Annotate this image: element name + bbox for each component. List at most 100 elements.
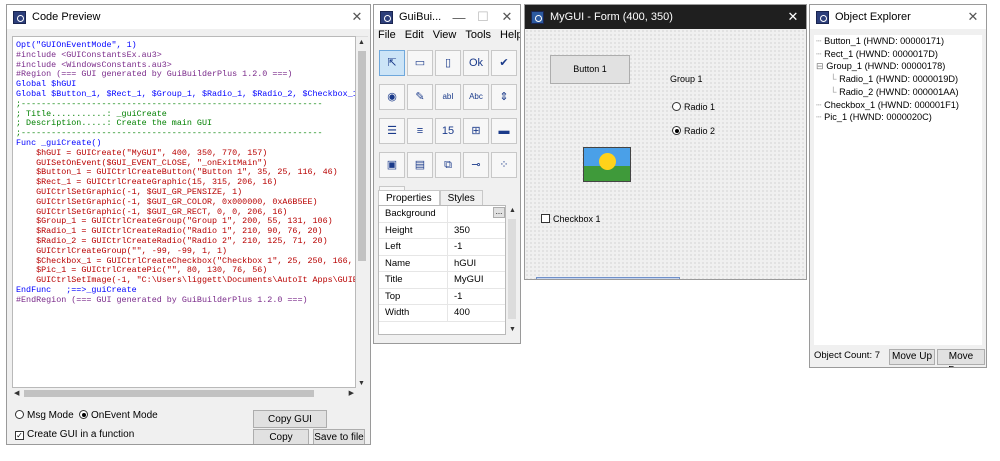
close-icon[interactable]: ✕ (350, 9, 364, 25)
scroll-up-icon[interactable]: ▲ (358, 39, 365, 46)
scroll-left-icon[interactable]: ◀ (14, 389, 19, 397)
radio-1-label: Radio 1 (684, 102, 716, 112)
radio-selected-icon (79, 410, 88, 419)
move-down-button[interactable]: Move Down (937, 349, 985, 367)
progress-tool-icon[interactable]: ▬ (491, 118, 517, 144)
object-tree: ┄ Button_1 (HWND: 00000171) ┄ Rect_1 (HWN… (814, 35, 982, 345)
tree-item[interactable]: └ Radio_1 (HWND: 0000019D) (814, 73, 982, 86)
scroll-right-icon[interactable]: ▶ (349, 389, 354, 397)
property-value[interactable]: 350 (448, 223, 470, 239)
background-picker-button[interactable]: ... (493, 207, 505, 218)
property-value[interactable]: MyGUI (448, 272, 484, 288)
edit-tool-icon[interactable]: ✎ (407, 84, 433, 110)
tree-item[interactable]: ┄ Rect_1 (HWND: 0000017D) (814, 48, 982, 61)
button-tool-icon[interactable]: Ok (463, 50, 489, 76)
collapse-icon[interactable]: ⊟ (816, 61, 826, 71)
radio-2-control[interactable]: Radio 2 (672, 126, 715, 136)
radio-1-control[interactable]: Radio 1 (672, 102, 715, 112)
property-value[interactable] (448, 206, 454, 222)
horizontal-scrollbar[interactable]: ◀ ▶ (12, 388, 356, 399)
button-1-control[interactable]: Button 1 (550, 55, 630, 84)
menu-tool-icon[interactable]: ▤ (407, 152, 433, 178)
tree-item[interactable]: ┄ Checkbox_1 (HWND: 000001F1) (814, 99, 982, 112)
close-icon[interactable]: ✕ (966, 9, 980, 25)
copy-gui-region-button[interactable]: Copy GUI Region (253, 410, 327, 442)
onevent-mode-radio[interactable]: OnEvent Mode (79, 410, 158, 421)
menu-edit[interactable]: Edit (405, 29, 424, 47)
msg-mode-radio[interactable]: Msg Mode (15, 410, 74, 421)
properties-tabs: Properties Styles (378, 190, 483, 206)
radio-tool-icon[interactable]: ◉ (379, 84, 405, 110)
close-icon[interactable]: ✕ (786, 9, 800, 25)
group-1-label[interactable]: Group 1 (670, 74, 703, 84)
property-row[interactable]: Name hGUI (379, 255, 505, 272)
listview-tool-icon[interactable]: ⊞ (463, 118, 489, 144)
treeview-tool-icon[interactable]: ≡ (407, 118, 433, 144)
property-row[interactable]: Title MyGUI (379, 272, 505, 289)
checkbox-1-control[interactable]: Checkbox 1 (541, 214, 601, 224)
move-up-button[interactable]: Move Up (889, 349, 935, 365)
property-key: Left (379, 239, 448, 255)
create-in-function-checkbox[interactable]: ✓ Create GUI in a function (15, 429, 134, 440)
tree-item-label: Button_1 (HWND: 00000171) (824, 36, 945, 46)
tree-item[interactable]: └ Radio_2 (HWND: 000001AA) (814, 86, 982, 99)
property-value[interactable]: hGUI (448, 256, 476, 272)
properties-scrollbar[interactable]: ▲ ▼ (506, 205, 518, 335)
menu-view[interactable]: View (433, 29, 457, 47)
property-key: Name (379, 255, 448, 271)
scrollbar-track (508, 219, 516, 319)
property-row[interactable]: Height 350 (379, 222, 505, 239)
property-row[interactable]: Left -1 (379, 239, 505, 256)
tree-item[interactable]: ┄ Button_1 (HWND: 00000171) (814, 35, 982, 48)
pic-tool-icon[interactable]: ▣ (379, 152, 405, 178)
radio-selected-icon (672, 126, 681, 135)
toolbox-title: GuiBui... (399, 11, 442, 23)
scroll-up-icon[interactable]: ▲ (509, 207, 516, 214)
input-tool-icon[interactable]: abI (435, 84, 461, 110)
property-row[interactable]: Width 400 (379, 305, 505, 322)
save-to-file-button[interactable]: Save to file (313, 429, 365, 444)
minimize-icon[interactable]: — (452, 10, 466, 25)
date-tool-icon[interactable]: 15 (435, 118, 461, 144)
tab-tool-icon[interactable]: ▭ (407, 50, 433, 76)
tree-item[interactable]: ⊟ Group_1 (HWND: 00000178) (814, 60, 982, 73)
tab-styles[interactable]: Styles (439, 190, 483, 206)
menu-file[interactable]: File (378, 29, 396, 47)
property-value[interactable]: -1 (448, 289, 462, 305)
vertical-scrollbar[interactable]: ▲ ▼ (356, 36, 368, 389)
pic-1-control[interactable] (583, 147, 631, 182)
property-key: Background (379, 206, 448, 222)
group-tool-icon[interactable]: ⧉ (435, 152, 461, 178)
close-icon[interactable]: ✕ (500, 9, 514, 25)
property-row[interactable]: Top -1 (379, 288, 505, 305)
menu-help[interactable]: Help (500, 29, 520, 47)
form-title: MyGUI - Form (400, 350) (550, 11, 673, 23)
list-tool-icon[interactable]: ☰ (379, 118, 405, 144)
tree-connector: ┄ (816, 36, 825, 46)
code-editor[interactable]: Opt("GUIOnEventMode", 1) #include <GUICon… (12, 36, 356, 388)
property-row[interactable]: Background (379, 206, 505, 223)
scroll-down-icon[interactable]: ▼ (358, 380, 365, 387)
property-value[interactable]: -1 (448, 239, 462, 255)
scrollbar-thumb[interactable] (24, 390, 314, 397)
scrollbar-thumb[interactable] (358, 51, 366, 261)
icon-tool-icon[interactable]: ⁘ (491, 152, 517, 178)
maximize-icon[interactable]: ☐ (476, 9, 490, 25)
menu-tools[interactable]: Tools (465, 29, 491, 47)
tree-connector: ┄ (816, 48, 825, 59)
rect-1-control[interactable] (536, 277, 680, 279)
tree-item[interactable]: ┄ Pic_1 (HWND: 0000020C) (814, 111, 982, 124)
form-canvas[interactable]: Button 1 Group 1 Radio 1 Radio 2 Checkbo… (525, 29, 806, 279)
explorer-title: Object Explorer (835, 11, 911, 23)
window-tool-icon[interactable]: ▯ (435, 50, 461, 76)
slider-tool-icon[interactable]: ⊸ (463, 152, 489, 178)
copy-button[interactable]: Copy (253, 429, 309, 444)
updown-tool-icon[interactable]: ⇕ (491, 84, 517, 110)
label-tool-icon[interactable]: Abc (463, 84, 489, 110)
checkbox-tool-icon[interactable]: ✔ (491, 50, 517, 76)
property-key: Title (379, 272, 448, 288)
scroll-down-icon[interactable]: ▼ (509, 326, 516, 333)
pointer-tool-icon[interactable]: ⇱ (379, 50, 405, 76)
tab-properties[interactable]: Properties (378, 190, 440, 206)
property-value[interactable]: 400 (448, 305, 470, 321)
